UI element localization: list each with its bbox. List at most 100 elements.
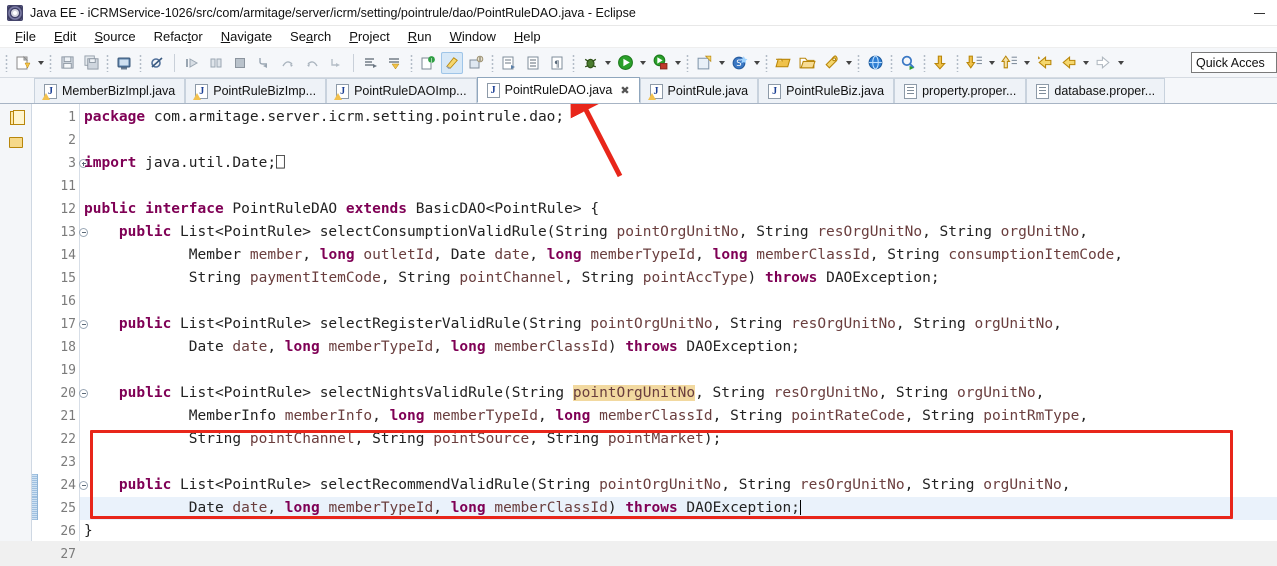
tab-pointruledaoimpl[interactable]: PointRuleDAOImp... bbox=[326, 78, 477, 103]
code-token: long bbox=[546, 247, 591, 263]
java-warning-file-icon bbox=[42, 83, 57, 100]
annotation-icon[interactable] bbox=[498, 52, 520, 74]
debug-dropdown-icon[interactable] bbox=[602, 52, 613, 74]
new-java-class-icon[interactable] bbox=[441, 51, 463, 74]
menu-run[interactable]: Run bbox=[399, 27, 441, 46]
server-icon[interactable]: S bbox=[728, 52, 750, 74]
quick-access-input[interactable]: Quick Acces bbox=[1191, 52, 1277, 73]
svg-text:J: J bbox=[430, 58, 432, 64]
code-token: pointOrgUnitNo bbox=[590, 316, 713, 332]
previous-annotation-dropdown-icon[interactable] bbox=[1021, 52, 1032, 74]
code-token: pointChannel bbox=[249, 431, 355, 447]
back-icon[interactable] bbox=[1057, 52, 1079, 74]
toggle-breakpoints-icon[interactable] bbox=[146, 52, 168, 74]
suspend-icon[interactable] bbox=[205, 52, 227, 74]
run-icon[interactable] bbox=[614, 52, 636, 74]
forward-icon[interactable] bbox=[1092, 52, 1114, 74]
outline-icon[interactable] bbox=[522, 52, 544, 74]
code-token: BasicDAO<PointRule> { bbox=[415, 201, 600, 217]
toolbar-sep-10 bbox=[890, 53, 893, 72]
code-token: pointMarket bbox=[607, 431, 704, 447]
tab-property-properties[interactable]: property.proper... bbox=[894, 78, 1027, 103]
code-token: List<PointRule> selectConsumptionValidRu… bbox=[180, 224, 617, 240]
previous-annotation-icon[interactable] bbox=[998, 52, 1020, 74]
code-token: , String bbox=[895, 316, 975, 332]
new-wizard-dropdown-icon[interactable] bbox=[35, 52, 46, 74]
next-annotation-dropdown-icon[interactable] bbox=[986, 52, 997, 74]
new-wizard-icon[interactable] bbox=[12, 52, 34, 74]
code-line: Date date, long memberTypeId, long membe… bbox=[80, 497, 1277, 520]
drop-to-frame-icon[interactable] bbox=[325, 52, 347, 74]
tab-database-properties[interactable]: database.proper... bbox=[1026, 78, 1166, 103]
menu-source[interactable]: Source bbox=[85, 27, 144, 46]
next-annotation-list-icon[interactable] bbox=[963, 52, 985, 74]
new-java-project-icon[interactable]: J bbox=[417, 52, 439, 74]
print-icon[interactable] bbox=[113, 52, 135, 74]
code-token: memberClassId bbox=[756, 247, 870, 263]
menu-window[interactable]: Window bbox=[441, 27, 505, 46]
code-line: } bbox=[80, 520, 1277, 541]
toolbar-drag-handle[interactable] bbox=[5, 53, 8, 72]
code-text-area[interactable]: package com.armitage.server.icrm.setting… bbox=[80, 104, 1277, 541]
menu-refactor[interactable]: Refactor bbox=[145, 27, 212, 46]
resume-icon[interactable] bbox=[181, 52, 203, 74]
menu-project[interactable]: Project bbox=[340, 27, 398, 46]
tab-pointrulebizimpl[interactable]: PointRuleBizImp... bbox=[185, 78, 327, 103]
menu-file-label: ile bbox=[22, 29, 36, 44]
back-dropdown-icon[interactable] bbox=[1080, 52, 1091, 74]
tab-memberbizimpl[interactable]: MemberBizImpl.java bbox=[34, 78, 186, 103]
toolbar-sep-6 bbox=[572, 53, 575, 72]
profile-dropdown-icon[interactable] bbox=[843, 52, 854, 74]
new-package-icon[interactable] bbox=[465, 52, 487, 74]
save-icon[interactable] bbox=[56, 52, 78, 74]
restore-view-icon[interactable] bbox=[5, 132, 27, 152]
menu-file[interactable]: File bbox=[6, 27, 45, 46]
java-file-icon bbox=[768, 83, 782, 99]
close-icon[interactable]: ✖ bbox=[620, 84, 629, 97]
toggle-breadcrumb-icon[interactable] bbox=[5, 108, 27, 128]
code-token: pointRateCode bbox=[791, 408, 905, 424]
code-token: , bbox=[1035, 385, 1045, 401]
debug-icon[interactable] bbox=[579, 52, 601, 74]
step-return-icon[interactable] bbox=[301, 52, 323, 74]
quick-access-placeholder: Quick Acces bbox=[1196, 55, 1265, 70]
code-token: , String bbox=[712, 316, 792, 332]
open-folder-icon[interactable] bbox=[796, 52, 818, 74]
profile-icon[interactable] bbox=[820, 52, 842, 74]
search-run-icon[interactable] bbox=[897, 52, 919, 74]
menu-edit[interactable]: Edit bbox=[45, 27, 85, 46]
code-token: orgUnitNo bbox=[957, 385, 1036, 401]
run-external-tools-icon[interactable] bbox=[649, 52, 671, 74]
menu-navigate[interactable]: Navigate bbox=[212, 27, 281, 46]
tab-pointrule[interactable]: PointRule.java bbox=[639, 78, 759, 103]
run-dropdown-icon[interactable] bbox=[637, 52, 648, 74]
server-dropdown-icon[interactable] bbox=[751, 52, 762, 74]
menu-edit-label: dit bbox=[62, 29, 77, 44]
open-type-icon[interactable] bbox=[360, 52, 382, 74]
run-external-dropdown-icon[interactable] bbox=[672, 52, 683, 74]
terminate-icon[interactable] bbox=[229, 52, 251, 74]
toolbar-sep-12 bbox=[956, 53, 959, 72]
menu-search[interactable]: Search bbox=[281, 27, 340, 46]
save-all-icon[interactable] bbox=[80, 52, 102, 74]
step-over-icon[interactable] bbox=[277, 52, 299, 74]
next-annotation-icon[interactable] bbox=[930, 52, 952, 74]
open-perspective-icon[interactable] bbox=[772, 52, 794, 74]
coverage-dropdown-icon[interactable] bbox=[716, 52, 727, 74]
open-task-icon[interactable] bbox=[384, 52, 406, 74]
tab-pointruledao[interactable]: PointRuleDAO.java ✖ bbox=[476, 77, 640, 103]
web-browser-icon[interactable] bbox=[864, 52, 886, 74]
code-token: DAOException; bbox=[686, 500, 800, 516]
coverage-icon[interactable] bbox=[693, 52, 715, 74]
paragraph-mark-icon[interactable]: ¶ bbox=[546, 52, 568, 74]
minimize-button[interactable] bbox=[1241, 0, 1277, 26]
menu-help[interactable]: Help bbox=[505, 27, 550, 46]
forward-dropdown-icon[interactable] bbox=[1115, 52, 1126, 74]
line-number-gutter[interactable]: 1 2 3 11 12 13 14 15 16 17 18 19 20 21 22 23 24 25 26 27 bbox=[32, 104, 88, 562]
occurrence-highlight: pointOrgUnitNo bbox=[572, 385, 696, 401]
step-into-icon[interactable] bbox=[253, 52, 275, 74]
last-edit-location-icon[interactable] bbox=[1033, 52, 1055, 74]
tab-pointrulebiz[interactable]: PointRuleBiz.java bbox=[758, 78, 895, 103]
